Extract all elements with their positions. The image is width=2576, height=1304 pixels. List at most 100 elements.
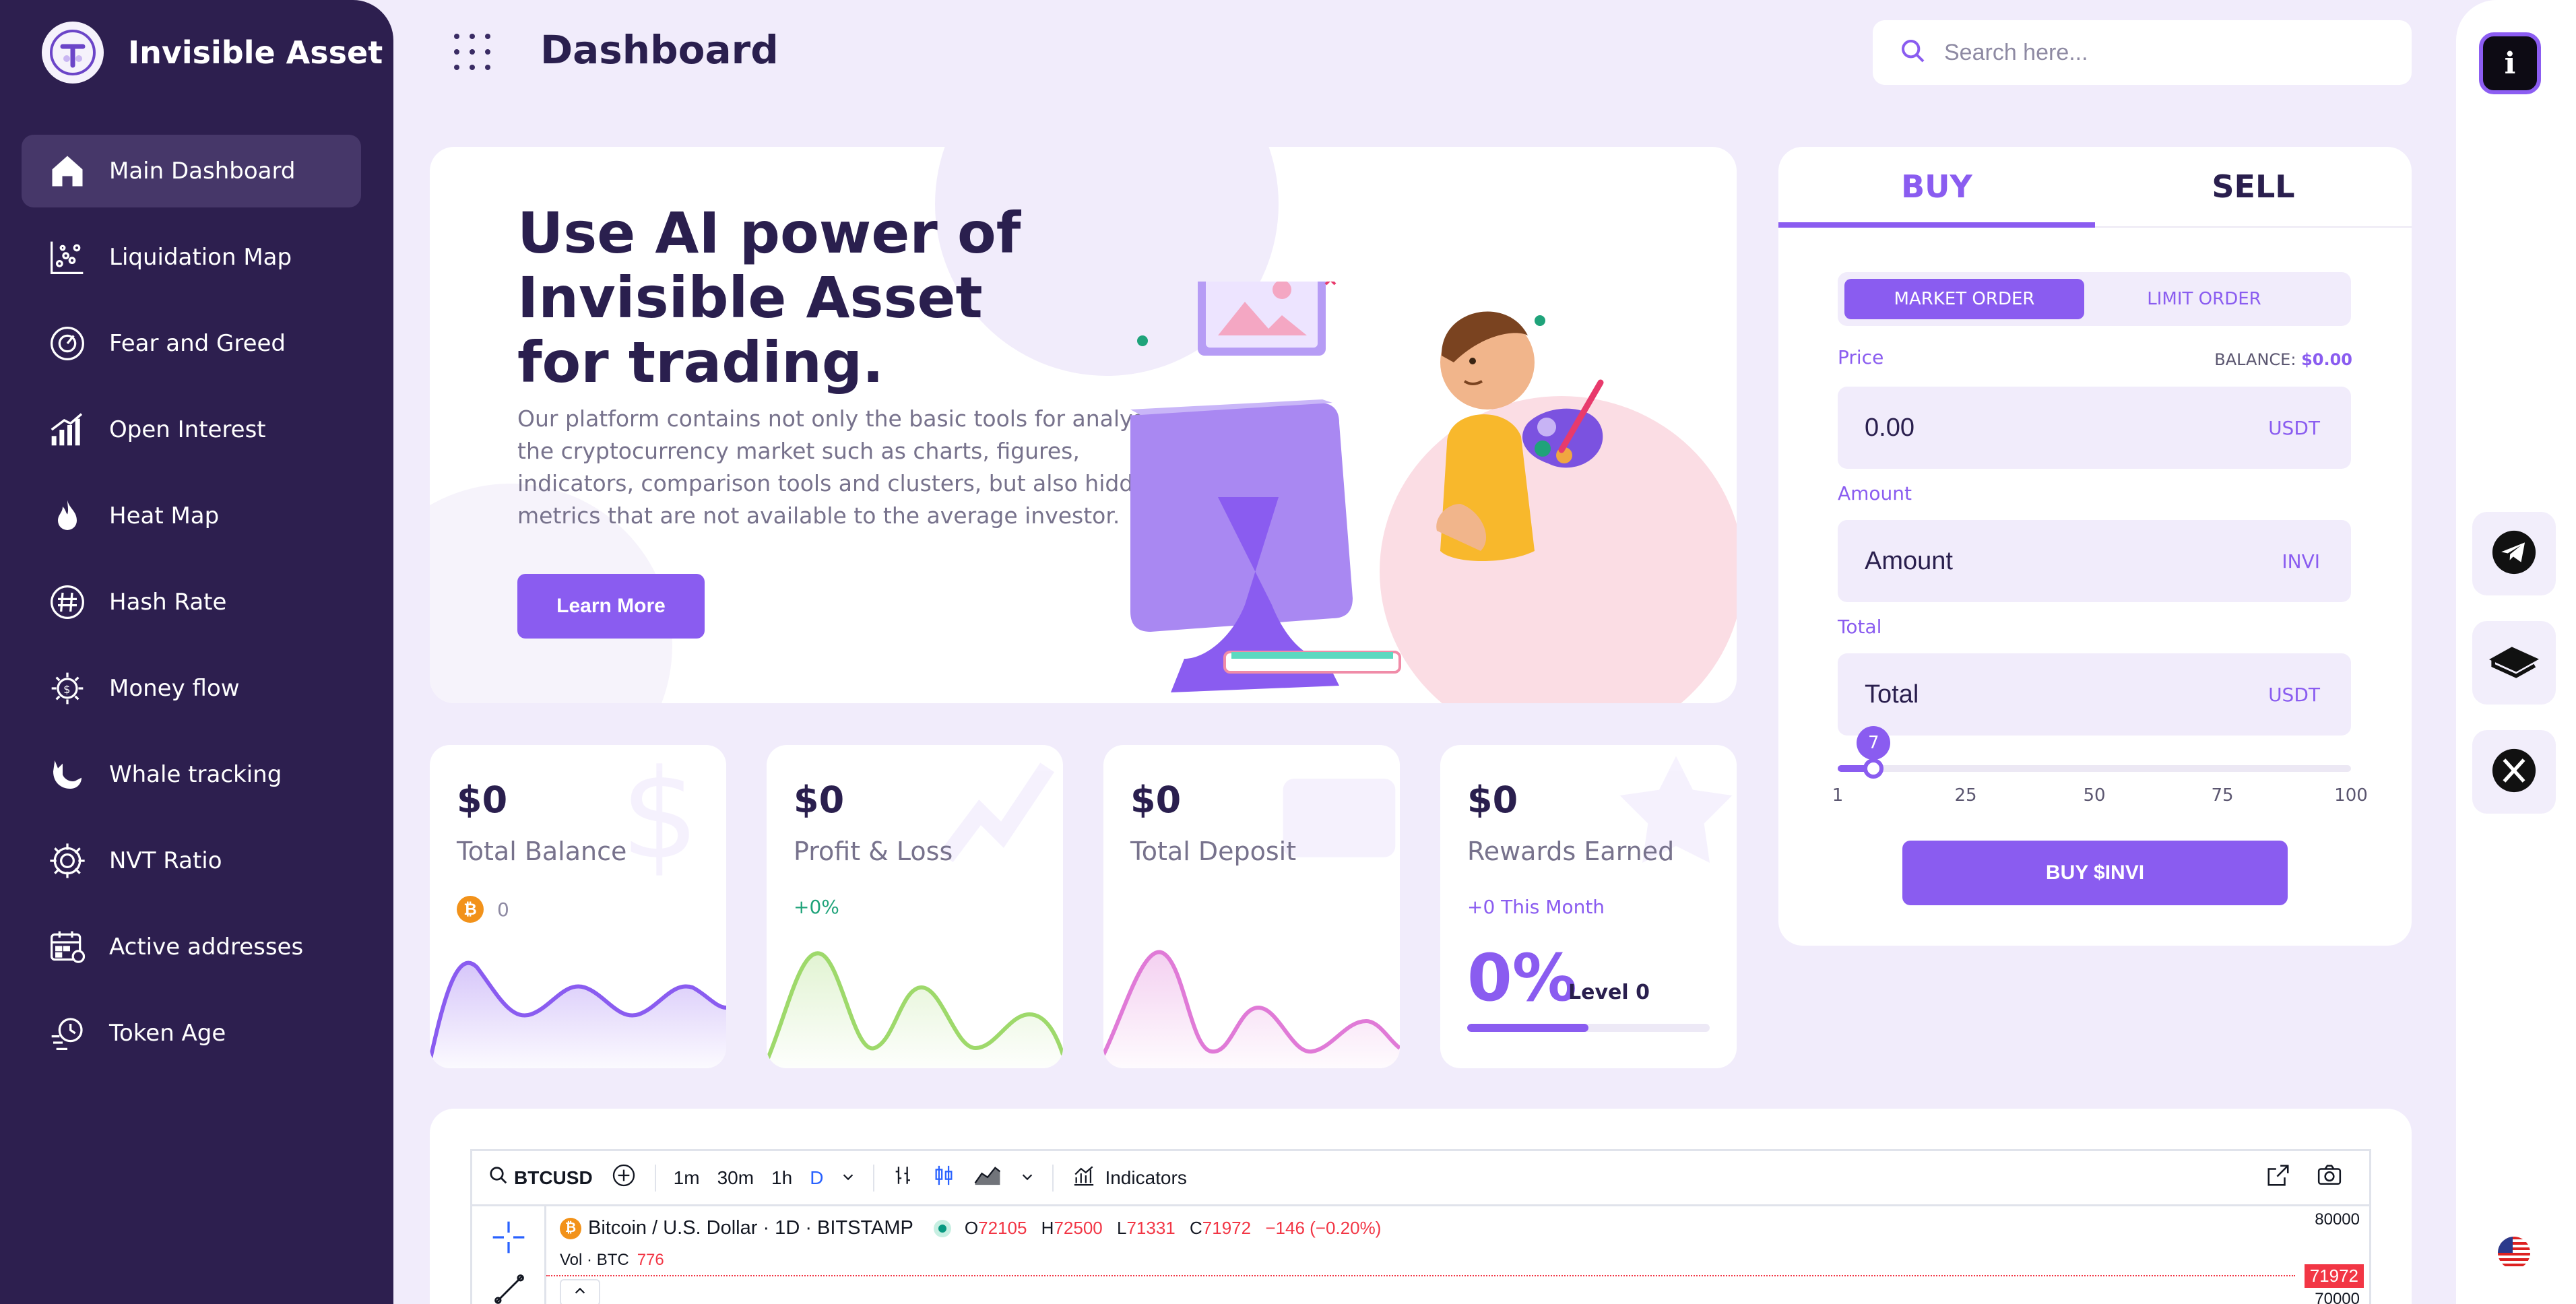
brand[interactable]: Invisible Asset [0, 20, 393, 85]
trend-line-icon[interactable] [492, 1272, 526, 1304]
page-title: Dashboard [540, 27, 779, 73]
x-twitter-icon [2490, 747, 2538, 797]
candles-style-button[interactable] [932, 1164, 955, 1192]
tab-sell[interactable]: SELL [2095, 147, 2412, 226]
settings-icon [46, 839, 89, 882]
telegram-button[interactable] [2472, 512, 2556, 595]
brand-name: Invisible Asset [128, 34, 383, 71]
brand-logo-icon [42, 22, 104, 84]
sidebar-item-heat-map[interactable]: Heat Map [22, 480, 361, 552]
sidebar-item-label: Main Dashboard [109, 158, 296, 185]
sidebar-item-label: Liquidation Map [109, 244, 292, 271]
bar-chart-icon [46, 408, 89, 451]
sidebar-item-liquidation-map[interactable]: Liquidation Map [22, 221, 361, 294]
apps-menu-icon[interactable] [453, 32, 492, 71]
sidebar-item-label: NVT Ratio [109, 847, 222, 874]
price-field[interactable]: USDT [1838, 387, 2351, 469]
x-twitter-button[interactable] [2472, 730, 2556, 814]
search-box[interactable] [1873, 20, 2412, 85]
sidebar-item-token-age[interactable]: Token Age [22, 997, 361, 1070]
stat-value: $0 [1467, 779, 1518, 821]
search-input[interactable] [1944, 39, 2375, 66]
trade-tabs: BUY SELL [1778, 147, 2412, 228]
balance-display: BALANCE: $0.00 [2214, 350, 2352, 369]
sidebar-item-label: Whale tracking [109, 761, 282, 788]
chart-style-dropdown[interactable] [1020, 1167, 1035, 1189]
stat-label: Profit & Loss [794, 837, 953, 866]
rewards-progress-bar [1467, 1024, 1710, 1032]
toolbar-divider [873, 1164, 875, 1192]
sidebar-item-money-flow[interactable]: $ Money flow [22, 652, 361, 725]
rewards-earned-card: $0 Rewards Earned +0 This Month 0% Level… [1440, 745, 1737, 1068]
buy-invi-button[interactable]: BUY $INVI [1902, 841, 2288, 905]
balance-value: $0.00 [2301, 350, 2352, 369]
right-rail: i [2456, 0, 2576, 1304]
hash-globe-icon [46, 581, 89, 624]
interval-1m[interactable]: 1m [674, 1167, 700, 1189]
compare-symbol-button[interactable] [610, 1162, 637, 1194]
total-field[interactable]: USDT [1838, 653, 2351, 736]
rewards-progress-fill [1467, 1024, 1588, 1032]
sidebar-item-active-addresses[interactable]: Active addresses [22, 911, 361, 983]
area-style-button[interactable] [973, 1164, 1002, 1192]
interval-30m[interactable]: 30m [717, 1167, 754, 1189]
ohlc-values: O72105 H72500 L71331 C71972 −146 (−0.20%… [964, 1218, 1382, 1238]
amount-input[interactable] [1865, 546, 2282, 576]
gitbook-button[interactable] [2472, 621, 2556, 705]
camera-icon [2315, 1163, 2344, 1193]
sidebar-item-fear-and-greed[interactable]: Fear and Greed [22, 307, 361, 380]
candles-icon [932, 1164, 955, 1192]
pnl-sparkline [767, 951, 1063, 1068]
total-unit: USDT [2268, 683, 2320, 706]
snapshot-button[interactable] [2315, 1163, 2344, 1193]
sidebar-item-label: Hash Rate [109, 589, 227, 616]
collapse-legend-button[interactable] [560, 1279, 600, 1304]
balance-label: BALANCE: [2214, 350, 2296, 369]
interval-dropdown[interactable] [841, 1167, 856, 1189]
scatter-chart-icon [46, 236, 89, 279]
sidebar-item-hash-rate[interactable]: Hash Rate [22, 566, 361, 639]
add-circle-icon [610, 1162, 637, 1194]
slider-tick: 100 [2334, 785, 2368, 806]
sidebar-item-main-dashboard[interactable]: Main Dashboard [22, 135, 361, 207]
learn-more-button[interactable]: Learn More [517, 574, 705, 639]
total-balance-card: $ $0 Total Balance ₿ 0 [430, 745, 726, 1068]
ohlc-bars-icon [892, 1164, 915, 1192]
deposit-sparkline [1103, 950, 1400, 1068]
stat-value: $0 [457, 779, 508, 821]
sidebar: Invisible Asset Main Dashboard Liquidati… [0, 0, 393, 1304]
sidebar-item-whale-tracking[interactable]: Whale tracking [22, 738, 361, 811]
limit-order-button[interactable]: LIMIT ORDER [2084, 279, 2324, 319]
chevron-down-icon [1020, 1167, 1035, 1189]
interval-1h[interactable]: 1h [771, 1167, 792, 1189]
sidebar-item-nvt-ratio[interactable]: NVT Ratio [22, 824, 361, 897]
interval-d[interactable]: D [810, 1167, 823, 1189]
btc-balance-value: 0 [497, 898, 509, 921]
bars-style-button[interactable] [892, 1164, 915, 1192]
volume-legend: Vol · BTC 776 [560, 1251, 664, 1270]
amount-field[interactable]: INVI [1838, 520, 2351, 602]
sidebar-item-label: Money flow [109, 675, 240, 702]
indicators-button[interactable]: Indicators [1071, 1164, 1187, 1192]
info-button[interactable]: i [2479, 32, 2541, 94]
stat-label: Total Balance [457, 837, 627, 866]
high-value: 72500 [1054, 1218, 1103, 1238]
price-input[interactable] [1865, 413, 2269, 443]
indicators-icon [1071, 1164, 1097, 1192]
symbol-label: BTCUSD [514, 1167, 593, 1188]
profit-loss-card: $0 Profit & Loss +0% [767, 745, 1063, 1068]
amount-slider-track[interactable] [1838, 765, 2351, 772]
hero-title: Use AI power of Invisible Asset for trad… [517, 200, 1021, 395]
crosshair-icon[interactable] [490, 1218, 527, 1260]
open-popup-button[interactable] [2265, 1163, 2291, 1193]
tab-buy[interactable]: BUY [1778, 147, 2095, 228]
market-status-icon [933, 1219, 951, 1237]
price-axis-label: 80000 [2315, 1210, 2360, 1229]
sidebar-item-open-interest[interactable]: Open Interest [22, 393, 361, 466]
amount-slider-thumb[interactable] [1863, 758, 1884, 779]
us-flag-icon[interactable] [2498, 1237, 2530, 1269]
whale-icon [46, 753, 89, 796]
market-order-button[interactable]: MARKET ORDER [1844, 279, 2084, 319]
total-input[interactable] [1865, 680, 2269, 709]
symbol-search[interactable]: BTCUSD [488, 1165, 593, 1190]
